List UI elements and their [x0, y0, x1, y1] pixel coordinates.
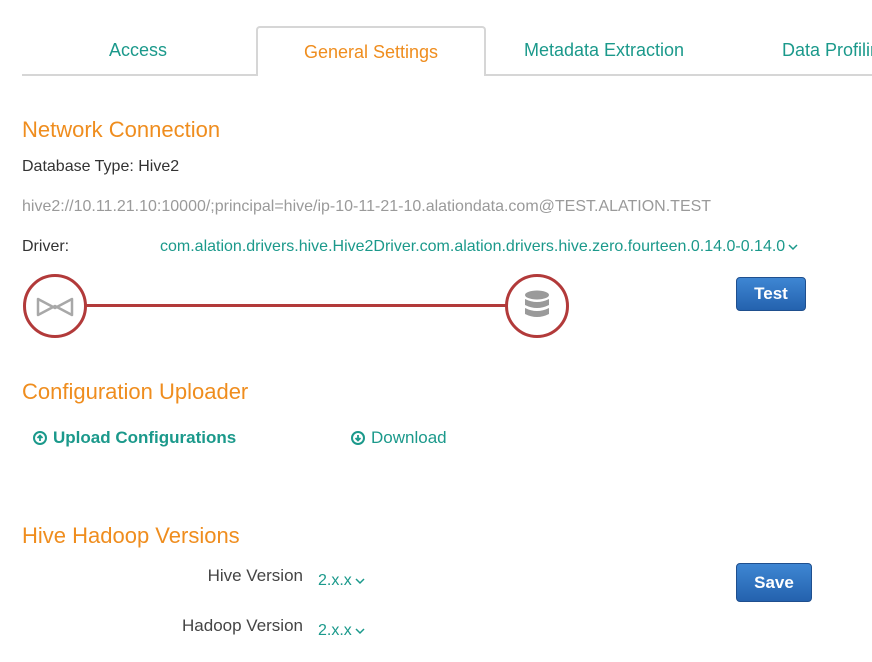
upload-configurations-link[interactable]: Upload Configurations	[33, 428, 236, 448]
driver-select[interactable]: com.alation.drivers.hive.Hive2Driver.com…	[160, 238, 798, 256]
download-label: Download	[371, 428, 447, 447]
network-connection-title: Network Connection	[22, 117, 221, 142]
alation-logo-icon	[36, 297, 74, 317]
database-icon	[525, 290, 549, 317]
download-link[interactable]: Download	[351, 428, 447, 448]
hadoop-version-select[interactable]: 2.x.x	[318, 622, 365, 640]
hive-hadoop-versions-title: Hive Hadoop Versions	[22, 523, 240, 548]
chevron-down-icon	[355, 578, 365, 584]
configuration-uploader-title: Configuration Uploader	[22, 379, 249, 404]
chevron-down-icon	[355, 628, 365, 634]
settings-tabs: Access General Settings Metadata Extract…	[22, 26, 872, 76]
database-type: Database Type: Hive2	[22, 158, 180, 175]
tab-access[interactable]: Access	[22, 26, 254, 74]
hive-version-select[interactable]: 2.x.x	[318, 572, 365, 590]
connection-line	[86, 304, 506, 307]
source-node	[23, 274, 87, 338]
connection-uri: hive2://10.11.21.10:10000/;principal=hiv…	[22, 198, 712, 215]
hive-version-value: 2.x.x	[318, 572, 352, 589]
chevron-down-icon	[788, 244, 798, 250]
tab-metadata-extraction[interactable]: Metadata Extraction	[488, 26, 720, 74]
download-icon	[351, 431, 365, 445]
upload-icon	[33, 431, 47, 445]
save-button[interactable]: Save	[736, 563, 812, 602]
test-button[interactable]: Test	[736, 277, 806, 311]
upload-configurations-label: Upload Configurations	[53, 428, 237, 447]
tab-data-profiling[interactable]: Data Profiling	[782, 26, 872, 74]
hadoop-version-value: 2.x.x	[318, 622, 352, 639]
hadoop-version-label: Hadoop Version	[182, 616, 303, 635]
hive-version-label: Hive Version	[207, 566, 303, 585]
driver-label: Driver:	[22, 238, 70, 255]
driver-value: com.alation.drivers.hive.Hive2Driver.com…	[160, 238, 786, 255]
target-node	[505, 274, 569, 338]
tab-general-settings[interactable]: General Settings	[256, 26, 486, 76]
